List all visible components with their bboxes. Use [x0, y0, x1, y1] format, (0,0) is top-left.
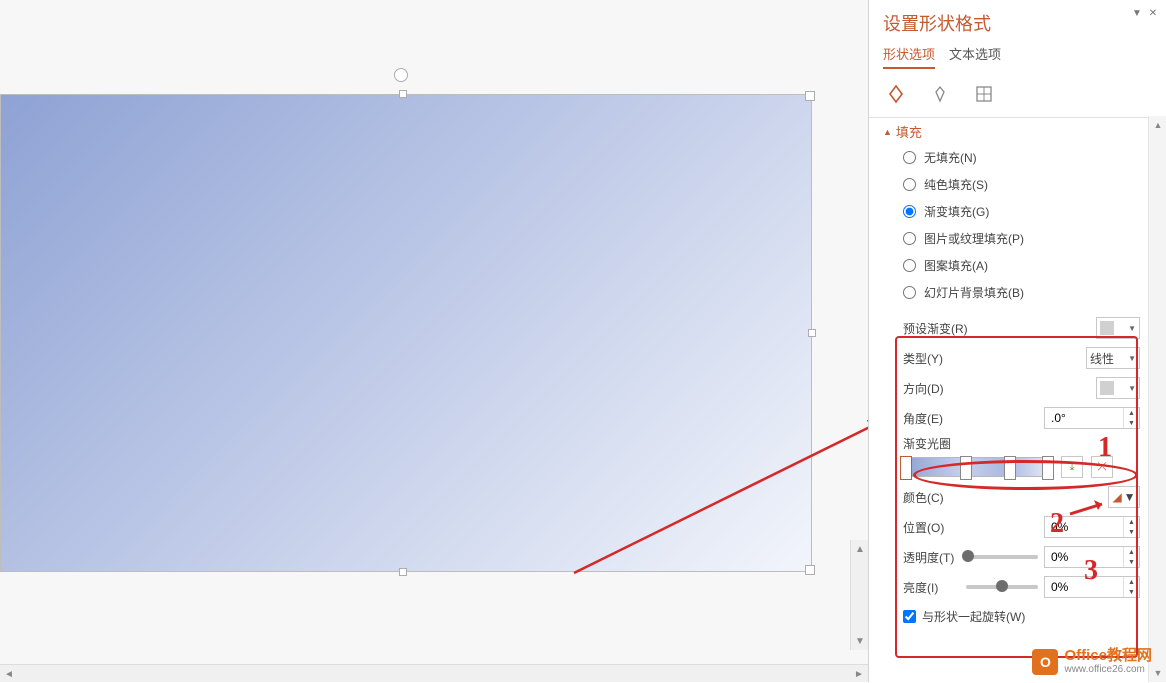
row-angle: 角度(E) ▲▼: [883, 403, 1148, 433]
tab-shape-options[interactable]: 形状选项: [883, 44, 935, 69]
scroll-up-icon[interactable]: ▲: [851, 540, 869, 558]
row-brightness: 亮度(I) ▲▼: [883, 572, 1148, 602]
transparency-spinner[interactable]: ▲▼: [1044, 546, 1140, 568]
collapse-icon: ▲: [883, 127, 892, 137]
brightness-slider[interactable]: [966, 585, 1038, 589]
gradient-stop[interactable]: [960, 456, 972, 480]
fill-line-icon[interactable]: [883, 81, 909, 107]
gradient-type-dropdown[interactable]: 线性▼: [1086, 347, 1140, 369]
spin-up-icon[interactable]: ▲: [1124, 577, 1139, 587]
position-input[interactable]: [1045, 520, 1117, 534]
angle-input[interactable]: [1045, 411, 1117, 425]
paint-bucket-icon: ◢: [1112, 490, 1121, 504]
scroll-down-icon[interactable]: ▼: [851, 632, 869, 650]
format-shape-panel: ▼ ✕ 设置形状格式 形状选项 文本选项 ▲ 填充 无填充(N) 纯色填充(S)…: [868, 0, 1166, 682]
resize-handle[interactable]: [808, 329, 816, 337]
row-position: 位置(O) ▲▼: [883, 512, 1148, 542]
scroll-left-icon[interactable]: ◄: [0, 665, 18, 683]
vertical-scrollbar[interactable]: ▲ ▼: [850, 540, 868, 650]
radio-solid-fill[interactable]: 纯色填充(S): [903, 176, 1148, 193]
spin-down-icon[interactable]: ▼: [1124, 557, 1139, 567]
panel-dropdown-icon[interactable]: ▼: [1130, 6, 1144, 20]
add-stop-button[interactable]: ⤓: [1061, 456, 1083, 478]
resize-handle[interactable]: [399, 90, 407, 98]
spin-up-icon[interactable]: ▲: [1124, 408, 1139, 418]
gradient-stops-bar[interactable]: [903, 457, 1053, 477]
row-type: 类型(Y) 线性▼: [883, 343, 1148, 373]
radio-pattern-fill[interactable]: 图案填充(A): [903, 257, 1148, 274]
gradient-stop[interactable]: [900, 456, 912, 480]
fill-type-radios: 无填充(N) 纯色填充(S) 渐变填充(G) 图片或纹理填充(P) 图案填充(A…: [883, 149, 1148, 301]
tab-text-options[interactable]: 文本选项: [949, 44, 1001, 69]
gradient-shape[interactable]: [0, 94, 812, 572]
brightness-input[interactable]: [1045, 580, 1117, 594]
rotate-handle[interactable]: [394, 68, 408, 82]
resize-handle[interactable]: [399, 568, 407, 576]
gradient-stop[interactable]: [1042, 456, 1054, 480]
scroll-down-icon[interactable]: ▼: [1149, 664, 1166, 682]
section-fill-label: 填充: [896, 122, 922, 141]
rotate-with-shape-checkbox[interactable]: 与形状一起旋转(W): [883, 602, 1148, 629]
row-preset-gradient: 预设渐变(R) ▼: [883, 313, 1148, 343]
spin-down-icon[interactable]: ▼: [1124, 418, 1139, 428]
spin-down-icon[interactable]: ▼: [1124, 527, 1139, 537]
scroll-right-icon[interactable]: ►: [850, 665, 868, 683]
section-fill-toggle[interactable]: ▲ 填充: [883, 122, 1148, 141]
preset-gradient-dropdown[interactable]: ▼: [1096, 317, 1140, 339]
gradient-stop[interactable]: [1004, 456, 1016, 480]
gradient-stops-label: 渐变光圈: [903, 435, 1140, 452]
panel-title: 设置形状格式: [883, 10, 1152, 36]
spin-down-icon[interactable]: ▼: [1124, 587, 1139, 597]
horizontal-scrollbar[interactable]: ◄ ►: [0, 664, 868, 682]
panel-close-icon[interactable]: ✕: [1146, 6, 1160, 20]
row-color: 颜色(C) ◢▼: [883, 482, 1148, 512]
scroll-up-icon[interactable]: ▲: [1149, 116, 1166, 134]
row-transparency: 透明度(T) ▲▼: [883, 542, 1148, 572]
panel-scrollbar[interactable]: ▲ ▼: [1148, 116, 1166, 682]
angle-spinner[interactable]: ▲▼: [1044, 407, 1140, 429]
row-direction: 方向(D) ▼: [883, 373, 1148, 403]
effects-icon[interactable]: [927, 81, 953, 107]
brightness-spinner[interactable]: ▲▼: [1044, 576, 1140, 598]
direction-dropdown[interactable]: ▼: [1096, 377, 1140, 399]
color-picker-button[interactable]: ◢▼: [1108, 486, 1140, 508]
radio-no-fill[interactable]: 无填充(N): [903, 149, 1148, 166]
position-spinner[interactable]: ▲▼: [1044, 516, 1140, 538]
slide-canvas: ◄ ► ▲ ▼: [0, 0, 868, 682]
remove-stop-button[interactable]: ⤫: [1091, 456, 1113, 478]
radio-gradient-fill[interactable]: 渐变填充(G): [903, 203, 1148, 220]
size-properties-icon[interactable]: [971, 81, 997, 107]
radio-picture-fill[interactable]: 图片或纹理填充(P): [903, 230, 1148, 247]
radio-slidebg-fill[interactable]: 幻灯片背景填充(B): [903, 284, 1148, 301]
spin-up-icon[interactable]: ▲: [1124, 547, 1139, 557]
transparency-slider[interactable]: [966, 555, 1038, 559]
transparency-input[interactable]: [1045, 550, 1117, 564]
spin-up-icon[interactable]: ▲: [1124, 517, 1139, 527]
